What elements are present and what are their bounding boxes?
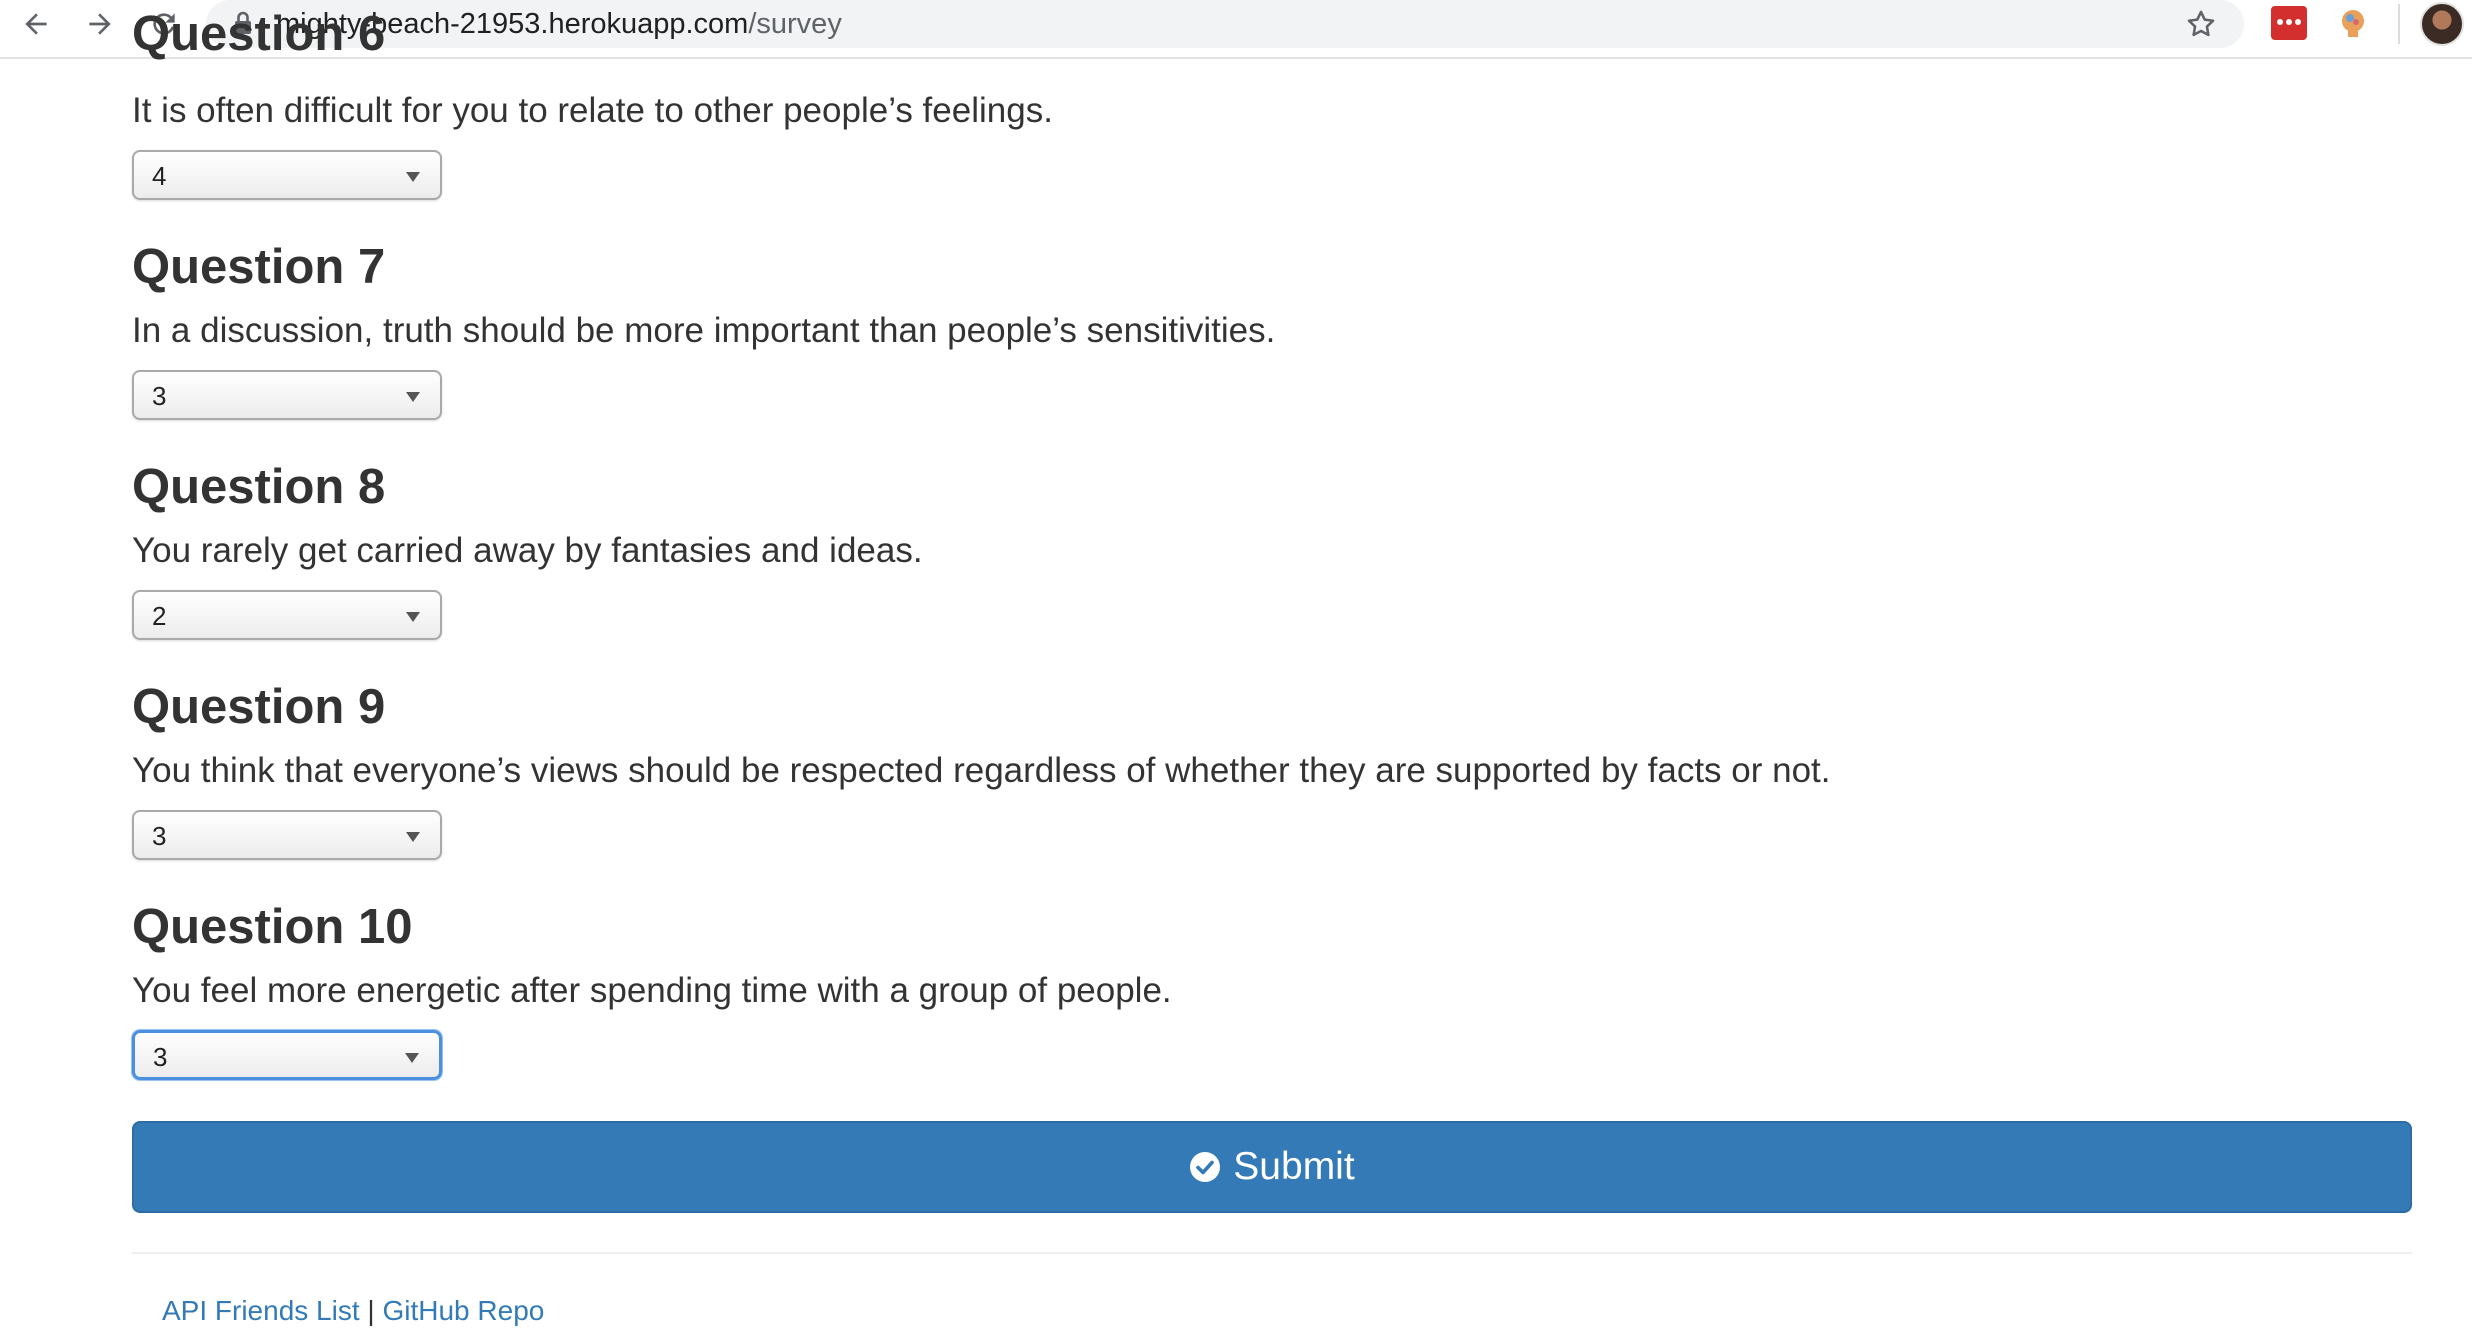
submit-button[interactable]: Submit [132, 1121, 2412, 1213]
footer-separator: | [367, 1295, 375, 1326]
question-10-select[interactable]: 3 [132, 1030, 442, 1080]
url-path: /survey [748, 8, 842, 40]
select-value: 2 [152, 601, 167, 631]
question-10-text: You feel more energetic after spending t… [132, 971, 1172, 1010]
question-6-text: It is often difficult for you to relate … [132, 91, 1053, 130]
chevron-down-icon [406, 612, 420, 622]
question-8-text: You rarely get carried away by fantasies… [132, 531, 923, 570]
question-8-select[interactable]: 2 [132, 590, 442, 640]
chevron-down-icon [405, 1053, 419, 1063]
question-9-text: You think that everyone’s views should b… [132, 751, 1831, 790]
address-bar[interactable]: mighty-beach-21953.herokuapp.com/survey [206, 0, 2244, 48]
submit-label: Submit [1233, 1145, 1355, 1188]
check-circle-icon [1190, 1152, 1221, 1182]
bookmark-star-icon[interactable] [2184, 7, 2218, 41]
footer-divider [132, 1252, 2412, 1254]
question-7-text: In a discussion, truth should be more im… [132, 311, 1276, 350]
question-10-heading: Question 10 [132, 900, 413, 954]
footer-links: API Friends List | GitHub Repo [162, 1294, 544, 1328]
question-6-heading: Question 6 [132, 7, 386, 61]
chevron-down-icon [406, 172, 420, 182]
extension-red-icon[interactable] [2271, 6, 2307, 40]
question-7-select[interactable]: 3 [132, 370, 442, 420]
question-6-select[interactable]: 4 [132, 150, 442, 200]
profile-avatar[interactable] [2420, 2, 2464, 46]
chevron-down-icon [406, 832, 420, 842]
extension-head-icon[interactable] [2336, 6, 2370, 40]
question-9-heading: Question 9 [132, 680, 386, 734]
select-value: 3 [153, 1042, 168, 1072]
select-value: 3 [152, 381, 167, 411]
chevron-down-icon [406, 392, 420, 402]
select-value: 4 [152, 161, 167, 191]
forward-button[interactable] [78, 2, 122, 46]
toolbar-separator [2398, 4, 2400, 44]
select-value: 3 [152, 821, 167, 851]
question-9-select[interactable]: 3 [132, 810, 442, 860]
arrow-left-icon [25, 13, 47, 35]
arrow-right-icon [89, 13, 111, 35]
api-friends-list-link[interactable]: API Friends List [162, 1295, 360, 1326]
question-8-heading: Question 8 [132, 460, 386, 514]
question-7-heading: Question 7 [132, 240, 386, 294]
back-button[interactable] [14, 2, 58, 46]
github-repo-link[interactable]: GitHub Repo [382, 1295, 544, 1326]
